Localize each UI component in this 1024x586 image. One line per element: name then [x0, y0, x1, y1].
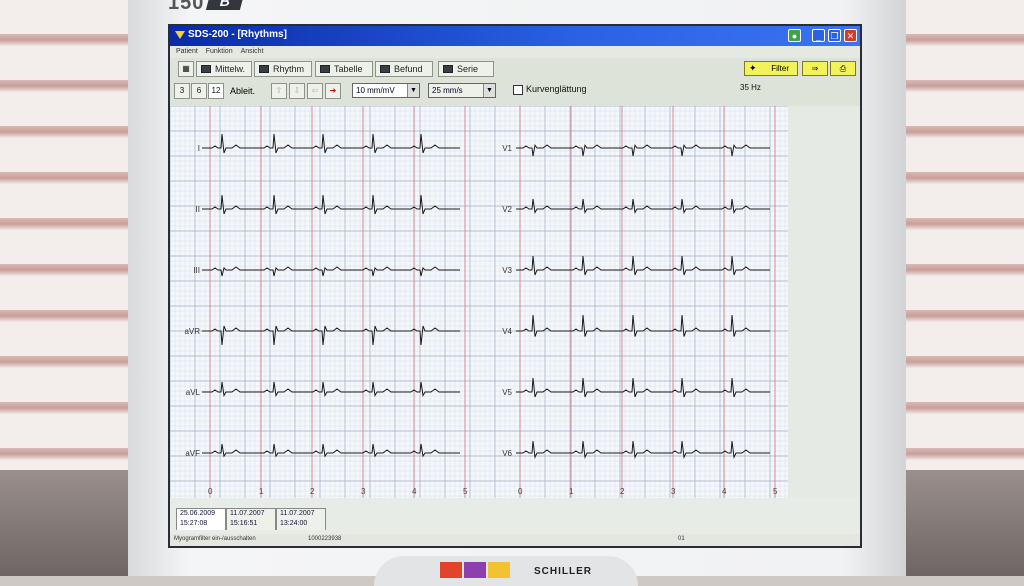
lead-label-v2: V2 [502, 205, 512, 214]
time-label: 0 [518, 487, 523, 496]
smoothing-label: Kurvenglättung [526, 84, 587, 94]
time-label: 4 [412, 487, 417, 496]
lead-label-avr: aVR [184, 327, 200, 336]
time-label: 3 [671, 487, 676, 496]
serie-button[interactable]: Serie [438, 61, 494, 77]
restore-icon[interactable]: ❐ [828, 29, 841, 42]
monitor-icon [201, 65, 211, 73]
lead-label-ii: II [196, 205, 200, 214]
menu-bar: Patient Funktion Ansicht [170, 46, 860, 58]
filter-hz-value: 35 Hz [740, 83, 761, 92]
print-button[interactable]: ⎙ [830, 61, 856, 76]
arrow-left-icon[interactable]: ⇦ [307, 83, 323, 99]
speed-select[interactable]: 25 mm/s ▼ [428, 83, 496, 98]
status-page: 01 [678, 536, 685, 542]
right-panel [788, 106, 860, 498]
export-button[interactable]: ⇒ [802, 61, 828, 76]
close-icon[interactable]: ✕ [844, 29, 857, 42]
monitor-model: 150 [168, 0, 205, 14]
leads-label: Ableit. [230, 86, 256, 96]
leads-12-button[interactable]: 12 [208, 83, 224, 99]
time-label: 5 [773, 487, 778, 496]
status-id: 1000223938 [308, 536, 342, 542]
monitor-icon [443, 65, 453, 73]
time-label: 1 [259, 487, 264, 496]
lead-label-iii: III [193, 266, 200, 275]
chevron-down-icon: ▼ [483, 84, 495, 97]
smoothing-checkbox[interactable] [513, 85, 523, 95]
time-label: 5 [463, 487, 468, 496]
lead-label-v1: V1 [502, 144, 512, 153]
status-bar: Myogramfilter ein-/ausschalten 100022393… [170, 534, 860, 546]
filter-button[interactable]: ✦ Filter [744, 61, 798, 76]
menu-funktion[interactable]: Funktion [206, 46, 233, 58]
brand-name: SCHILLER [534, 566, 592, 577]
monitor-icon [320, 65, 330, 73]
arrow-right-icon[interactable]: ➔ [325, 83, 341, 99]
app-status-icon[interactable]: ● [788, 29, 801, 42]
leads-3-button[interactable]: 3 [174, 83, 190, 99]
lead-label-v3: V3 [502, 266, 512, 275]
layout-icon[interactable]: ▦ [178, 61, 194, 77]
record-tab[interactable]: 11.07.2007 13:24:00 [276, 508, 326, 530]
monitor-icon [259, 65, 269, 73]
time-label: 0 [208, 487, 213, 496]
menu-patient[interactable]: Patient [176, 46, 198, 58]
document-icon [380, 65, 390, 73]
chevron-down-icon: ▼ [407, 84, 419, 97]
time-label: 4 [722, 487, 727, 496]
screen: SDS-200 - [Rhythms] ● _ ❐ ✕ Patient Funk… [168, 24, 862, 548]
lead-label-avl: aVL [186, 388, 201, 397]
lead-label-avf: aVF [185, 449, 200, 458]
minimize-icon[interactable]: _ [812, 29, 825, 42]
monitor-model-suffix: B [205, 0, 245, 10]
record-tab[interactable]: 25.06.2009 15:27:08 [176, 508, 226, 530]
record-tab[interactable]: 11.07.2007 15:16:51 [226, 508, 276, 530]
arrow-up-icon[interactable]: ⇧ [271, 83, 287, 99]
filter-icon: ✦ [749, 63, 757, 73]
leads-6-button[interactable]: 6 [191, 83, 207, 99]
rhythm-button[interactable]: Rhythm [254, 61, 312, 77]
ecg-display: 0 1 2 3 4 5 0 1 2 3 4 5 I II III aVR aVL aVF V1 V2 V3 V4 V5 V6 [170, 105, 788, 498]
record-tabs: 25.06.2009 15:27:08 11.07.2007 15:16:51 11… [170, 506, 860, 532]
amplitude-select[interactable]: 10 mm/mV ▼ [352, 83, 420, 98]
tabelle-button[interactable]: Tabelle [315, 61, 373, 77]
time-label: 2 [310, 487, 315, 496]
lead-label-v5: V5 [502, 388, 512, 397]
arrow-down-icon[interactable]: ⇩ [289, 83, 305, 99]
befund-button[interactable]: Befund [375, 61, 433, 77]
lead-label-i: I [198, 144, 200, 153]
window-title: SDS-200 - [Rhythms] [188, 29, 287, 40]
status-hint: Myogramfilter ein-/ausschalten [174, 536, 256, 542]
ecg-svg: 0 1 2 3 4 5 0 1 2 3 4 5IIIIIIaVRaVLaVFV1V2V3V4V5V6 [170, 105, 788, 498]
app-icon [175, 31, 185, 39]
time-label: 3 [361, 487, 366, 496]
lead-label-v6: V6 [502, 449, 512, 458]
lead-label-v4: V4 [502, 327, 512, 336]
mittelw-button[interactable]: Mittelw. [196, 61, 252, 77]
menu-ansicht[interactable]: Ansicht [241, 46, 264, 58]
title-bar: SDS-200 - [Rhythms] ● _ ❐ ✕ [170, 26, 860, 46]
time-label: 1 [569, 487, 574, 496]
time-label: 2 [620, 487, 625, 496]
